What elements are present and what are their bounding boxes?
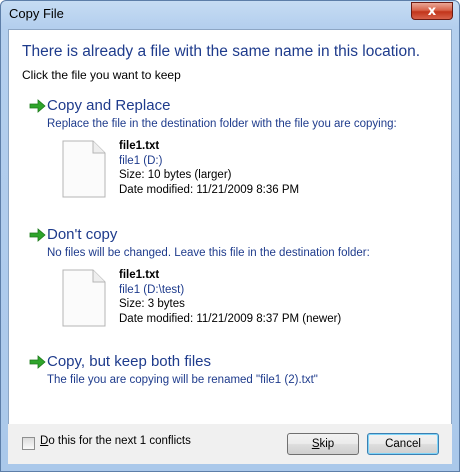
option-title: Don't copy (47, 226, 118, 243)
dialog-footer: Do this for the next 1 conflicts Skip Ca… (8, 424, 452, 464)
dialog-subtitle: Click the file you want to keep (22, 68, 181, 82)
window-title: Copy File (9, 6, 64, 21)
copy-and-replace-option[interactable]: Copy and Replace Replace the file in the… (29, 97, 429, 212)
green-right-arrow-icon (29, 99, 46, 113)
green-right-arrow-icon (29, 355, 46, 369)
option-title: Copy and Replace (47, 97, 171, 114)
file-size: Size: 3 bytes (119, 298, 185, 311)
skip-button[interactable]: Skip (287, 433, 359, 455)
dont-copy-option[interactable]: Don't copy No files will be changed. Lea… (29, 226, 429, 341)
file-name: file1.txt (119, 269, 160, 281)
apply-to-conflicts-checkbox[interactable] (22, 437, 35, 450)
file-size: Size: 10 bytes (larger) (119, 169, 232, 182)
title-bar[interactable]: Copy File x (1, 1, 459, 29)
file-info: file1.txt file1 (D:\test) Size: 3 bytes … (119, 268, 341, 326)
close-icon: x (427, 4, 437, 19)
option-description: The file you are copying will be renamed… (47, 374, 318, 386)
file-details: file1.txt file1 (D:) Size: 10 bytes (lar… (59, 139, 419, 209)
option-description: Replace the file in the destination fold… (47, 118, 397, 130)
file-modified: Date modified: 11/21/2009 8:37 PM (newer… (119, 312, 342, 325)
file-details: file1.txt file1 (D:\test) Size: 3 bytes … (59, 268, 419, 338)
file-location: file1 (D:) (119, 154, 163, 167)
dialog-content: There is already a file with the same na… (8, 29, 452, 425)
text-file-icon (62, 269, 106, 327)
close-button[interactable]: x (411, 2, 453, 20)
option-title: Copy, but keep both files (47, 353, 211, 370)
cancel-button[interactable]: Cancel (367, 433, 439, 455)
checkbox-label[interactable]: Do this for the next 1 conflicts (40, 435, 191, 447)
copy-keep-both-option[interactable]: Copy, but keep both files The file you a… (29, 353, 429, 393)
file-location: file1 (D:\test) (119, 283, 185, 296)
file-info: file1.txt file1 (D:) Size: 10 bytes (lar… (119, 139, 299, 197)
file-modified: Date modified: 11/21/2009 8:36 PM (119, 183, 300, 196)
skip-label: kip (319, 438, 335, 450)
text-file-icon (62, 140, 106, 198)
option-description: No files will be changed. Leave this fil… (47, 247, 370, 259)
file-name: file1.txt (119, 140, 160, 152)
green-right-arrow-icon (29, 228, 46, 242)
dialog-headline: There is already a file with the same na… (22, 43, 421, 60)
copy-file-dialog: Copy File x There is already a file with… (0, 0, 460, 472)
checkbox-label-text: o this for the next 1 conflicts (48, 435, 191, 447)
